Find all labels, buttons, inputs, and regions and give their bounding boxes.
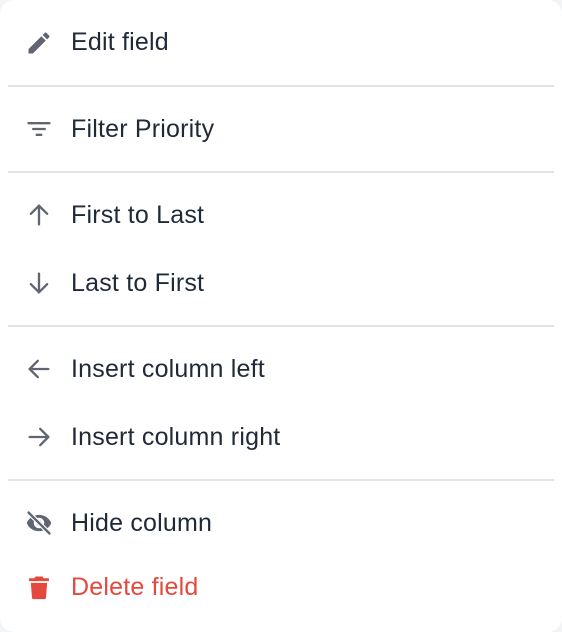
menu-item-label: Insert column right bbox=[71, 422, 281, 451]
menu-item-label: Last to First bbox=[71, 268, 205, 297]
pencil-icon bbox=[24, 28, 54, 58]
menu-item-insert-column-right[interactable]: Insert column right bbox=[0, 403, 562, 479]
menu-item-label: Hide column bbox=[71, 508, 213, 537]
filter-icon bbox=[24, 114, 54, 144]
arrow-right-icon bbox=[24, 422, 54, 452]
menu-item-label: Edit field bbox=[71, 28, 169, 56]
menu-item-sort-last-to-first[interactable]: Last to First bbox=[0, 249, 562, 325]
menu-item-filter-priority[interactable]: Filter Priority bbox=[0, 87, 562, 171]
menu-item-label: First to Last bbox=[71, 200, 205, 229]
column-context-menu: Edit field Filter Priority First to Last… bbox=[0, 0, 562, 632]
eye-off-icon bbox=[24, 508, 54, 538]
menu-item-label: Filter Priority bbox=[71, 114, 215, 143]
arrow-up-icon bbox=[24, 200, 54, 230]
arrow-left-icon bbox=[24, 354, 54, 384]
arrow-down-icon bbox=[24, 268, 54, 298]
menu-item-insert-column-left[interactable]: Insert column left bbox=[0, 327, 562, 403]
menu-item-edit-field[interactable]: Edit field bbox=[0, 0, 562, 85]
menu-item-delete-field[interactable]: Delete field bbox=[0, 557, 562, 617]
menu-item-label: Delete field bbox=[71, 572, 199, 601]
trash-icon bbox=[24, 572, 54, 602]
menu-item-sort-first-to-last[interactable]: First to Last bbox=[0, 173, 562, 249]
menu-item-hide-column[interactable]: Hide column bbox=[0, 481, 562, 557]
menu-item-label: Insert column left bbox=[71, 354, 265, 383]
